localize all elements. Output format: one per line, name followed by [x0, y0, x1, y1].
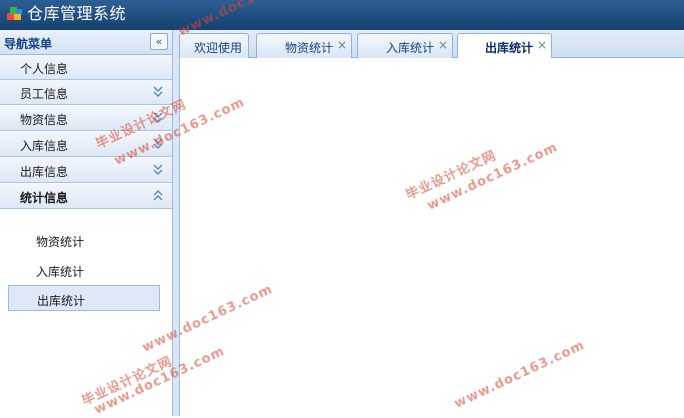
- nav-item-employee-info[interactable]: 员工信息: [0, 80, 172, 105]
- sub-item-label: 出库统计: [37, 294, 86, 308]
- nav-item-outbound-info[interactable]: 出库信息: [0, 158, 172, 183]
- chevron-down-icon: [153, 112, 163, 123]
- nav-item-label: 员工信息: [20, 87, 69, 101]
- nav-item-label: 个人信息: [20, 62, 69, 76]
- tab-welcome[interactable]: 欢迎使用: [179, 33, 249, 58]
- close-icon[interactable]: ×: [337, 38, 347, 52]
- tab-label: 出库统计: [485, 41, 534, 55]
- close-icon[interactable]: ×: [438, 38, 448, 52]
- sub-item-label: 入库统计: [36, 265, 85, 279]
- app-title-bar: 仓库管理系统: [0, 0, 684, 30]
- nav-item-material-info[interactable]: 物资信息: [0, 106, 172, 131]
- nav-item-label: 物资信息: [20, 113, 69, 127]
- close-icon[interactable]: ×: [537, 38, 547, 52]
- chevron-up-icon: [153, 190, 163, 201]
- nav-header-title: 导航菜单: [4, 37, 53, 51]
- tab-content-area: [179, 58, 684, 416]
- tab-outbound-stats[interactable]: 出库统计 ×: [457, 33, 552, 59]
- navigation-panel: 导航菜单 « 个人信息 员工信息 物资信息 入库信息 出库信息 统计信息 物资统…: [0, 30, 173, 416]
- chevron-down-icon: [153, 138, 163, 149]
- sub-item-material-stats[interactable]: 物资统计: [8, 227, 160, 253]
- tab-label: 入库统计: [386, 41, 435, 55]
- tab-material-stats[interactable]: 物资统计 ×: [256, 33, 352, 58]
- nav-item-statistics-info[interactable]: 统计信息: [0, 184, 172, 209]
- nav-item-label: 出库信息: [20, 165, 69, 179]
- sub-item-label: 物资统计: [36, 235, 85, 249]
- sub-item-outbound-stats[interactable]: 出库统计: [8, 285, 160, 311]
- nav-item-label: 入库信息: [20, 139, 69, 153]
- tab-inbound-stats[interactable]: 入库统计 ×: [357, 33, 453, 58]
- cubes-logo-icon: [7, 7, 22, 20]
- tab-strip: 欢迎使用 物资统计 × 入库统计 × 出库统计 ×: [179, 30, 684, 59]
- nav-item-personal-info[interactable]: 个人信息: [0, 55, 172, 80]
- app-title: 仓库管理系统: [27, 4, 127, 23]
- tab-label: 物资统计: [285, 41, 334, 55]
- nav-item-label: 统计信息: [20, 191, 69, 205]
- chevron-down-icon: [153, 86, 163, 97]
- sub-item-inbound-stats[interactable]: 入库统计: [8, 257, 160, 283]
- chevron-down-icon: [153, 164, 163, 175]
- tab-label: 欢迎使用: [194, 41, 243, 55]
- nav-header: 导航菜单 «: [0, 30, 172, 55]
- nav-item-inbound-info[interactable]: 入库信息: [0, 132, 172, 157]
- collapse-panel-button[interactable]: «: [150, 33, 168, 50]
